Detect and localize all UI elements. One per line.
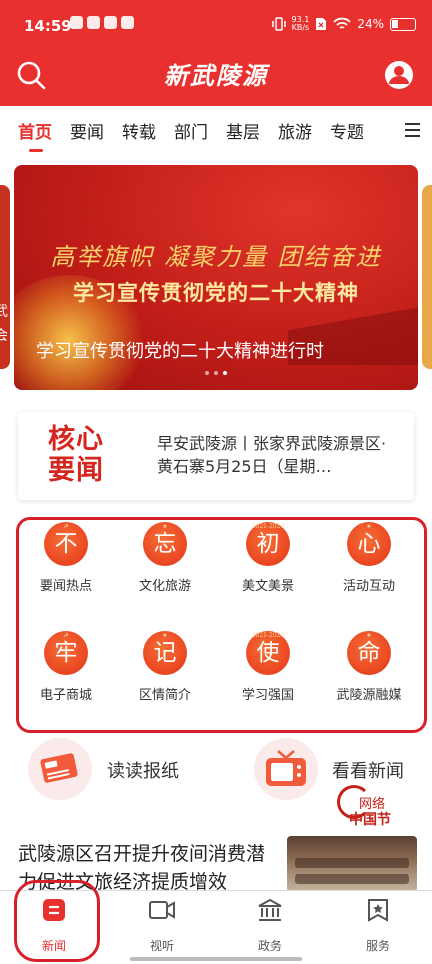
app-notification-icon bbox=[87, 16, 100, 29]
tab-news[interactable]: 要闻 bbox=[52, 118, 104, 143]
tabs-fade bbox=[364, 106, 404, 154]
battery-percent: 24% bbox=[357, 17, 384, 31]
grid-label: 文化旅游 bbox=[138, 579, 191, 594]
carousel-dot-active bbox=[223, 371, 227, 375]
bottom-nav-service[interactable]: 服务 bbox=[324, 897, 432, 954]
menu-icon[interactable] bbox=[402, 120, 424, 140]
status-right: 93.1 KB/s 24% bbox=[271, 15, 416, 32]
carousel-indicator bbox=[14, 371, 418, 375]
activities-icon: ★ 心 bbox=[347, 522, 391, 566]
category-tabs: 首页 要闻 转载 部门 基层 旅游 专题 bbox=[0, 106, 432, 154]
user-profile-icon[interactable] bbox=[384, 60, 414, 90]
e-mall-icon: ☭ 牢 bbox=[44, 631, 88, 675]
government-icon bbox=[258, 898, 282, 921]
app-notification-icon bbox=[121, 16, 134, 29]
watch-news-label: 看看新闻 bbox=[332, 761, 404, 782]
hot-news-icon: ☭ 不 bbox=[44, 522, 88, 566]
banner-prev-text: 武 bbox=[0, 304, 8, 320]
grid-item-hot-news[interactable]: ☭ 不 要闻热点 bbox=[16, 522, 116, 594]
culture-tourism-icon: ★ 忘 bbox=[143, 522, 187, 566]
banner-caption: 学习宣传贯彻党的二十大精神进行时 bbox=[36, 341, 324, 362]
app-header: 14:59 93.1 KB/s 24% 新武陵源 bbox=[0, 0, 432, 106]
grid-label: 美文美景 bbox=[241, 579, 294, 594]
news-thumbnail[interactable] bbox=[287, 836, 417, 892]
vibrate-icon bbox=[271, 17, 286, 31]
notification-icons bbox=[70, 16, 134, 29]
grid-item-e-mall[interactable]: ☭ 牢 电子商城 bbox=[16, 631, 116, 703]
grid-item-study-platform[interactable]: 2021-2023 使 学习强国 bbox=[218, 631, 318, 703]
grid-label: 要闻热点 bbox=[39, 579, 92, 594]
service-icon bbox=[368, 899, 388, 922]
newspaper-icon bbox=[28, 738, 92, 800]
core-news-card[interactable]: 核心 要闻 早安武陵源丨张家界武陵源景区·黄石寨5月25日（星期… bbox=[18, 412, 414, 500]
home-indicator[interactable] bbox=[130, 957, 302, 961]
study-platform-icon: 2021-2023 使 bbox=[246, 631, 290, 675]
banner-next-peek[interactable] bbox=[422, 185, 432, 369]
banner-prev-peek[interactable]: 武会 bbox=[0, 185, 10, 369]
grid-item-culture-tourism[interactable]: ★ 忘 文化旅游 bbox=[115, 522, 215, 594]
grid-label: 电子商城 bbox=[39, 688, 92, 703]
tab-tourism[interactable]: 旅游 bbox=[260, 118, 312, 143]
tab-departments[interactable]: 部门 bbox=[156, 118, 208, 143]
status-bar: 14:59 93.1 KB/s 24% bbox=[0, 0, 432, 50]
tab-grassroots[interactable]: 基层 bbox=[208, 118, 260, 143]
wulingyuan-media-icon: ★ 命 bbox=[347, 631, 391, 675]
core-news-badge: 核心 要闻 bbox=[48, 424, 104, 486]
battery-icon bbox=[390, 17, 416, 31]
weibo-icon bbox=[104, 16, 117, 29]
internet-festival-badge[interactable]: 网络 中国节 bbox=[337, 785, 417, 835]
tiktok-icon bbox=[70, 16, 83, 29]
tab-reprint[interactable]: 转载 bbox=[104, 118, 156, 143]
bottom-nav-video[interactable]: 视听 bbox=[108, 897, 216, 954]
carousel-dot bbox=[205, 371, 209, 375]
news-tab-highlight bbox=[14, 880, 100, 962]
wifi-icon bbox=[333, 17, 351, 29]
carousel-dot bbox=[214, 371, 218, 375]
district-intro-icon: ★ 记 bbox=[143, 631, 187, 675]
articles-scenery-icon: 2021-2023 初 bbox=[246, 522, 290, 566]
network-speed: 93.1 KB/s bbox=[291, 15, 310, 32]
video-icon bbox=[149, 901, 175, 919]
feature-grid: ☭ 不 要闻热点 ★ 忘 文化旅游 2021-2023 初 美文美景 ★ 心 活动互动 … bbox=[16, 517, 427, 733]
banner-prev-text: 会 bbox=[0, 328, 8, 344]
tv-icon bbox=[254, 738, 318, 800]
grid-item-articles-scenery[interactable]: 2021-2023 初 美文美景 bbox=[218, 522, 318, 594]
tab-home[interactable]: 首页 bbox=[0, 118, 52, 152]
grid-item-district-intro[interactable]: ★ 记 区情简介 bbox=[115, 631, 215, 703]
grid-item-wulingyuan-media[interactable]: ★ 命 武陵源融媒 bbox=[319, 631, 419, 703]
banner-carousel[interactable]: 高举旗帜 凝聚力量 团结奋进 学习宣传贯彻党的二十大精神 学习宣传贯彻党的二十大… bbox=[14, 165, 418, 390]
grid-label: 学习强国 bbox=[241, 688, 294, 703]
bottom-nav-government[interactable]: 政务 bbox=[216, 897, 324, 954]
grid-label: 活动互动 bbox=[342, 579, 395, 594]
banner-slogan-line2: 学习宣传贯彻党的二十大精神 bbox=[73, 280, 359, 305]
tab-topics[interactable]: 专题 bbox=[312, 118, 364, 143]
sim-icon bbox=[316, 18, 327, 30]
grid-item-activities[interactable]: ★ 心 活动互动 bbox=[319, 522, 419, 594]
grid-label: 区情简介 bbox=[138, 688, 191, 703]
app-logo: 新武陵源 bbox=[164, 61, 268, 90]
read-newspaper-label: 读读报纸 bbox=[107, 761, 179, 782]
banner-slogan-line1: 高举旗帜 凝聚力量 团结奋进 bbox=[50, 243, 382, 271]
grid-label: 武陵源融媒 bbox=[336, 688, 402, 703]
status-time: 14:59 bbox=[24, 17, 72, 35]
read-newspaper-entry[interactable]: 读读报纸 bbox=[28, 738, 228, 800]
core-news-text: 早安武陵源丨张家界武陵源景区·黄石寨5月25日（星期… bbox=[157, 434, 387, 476]
